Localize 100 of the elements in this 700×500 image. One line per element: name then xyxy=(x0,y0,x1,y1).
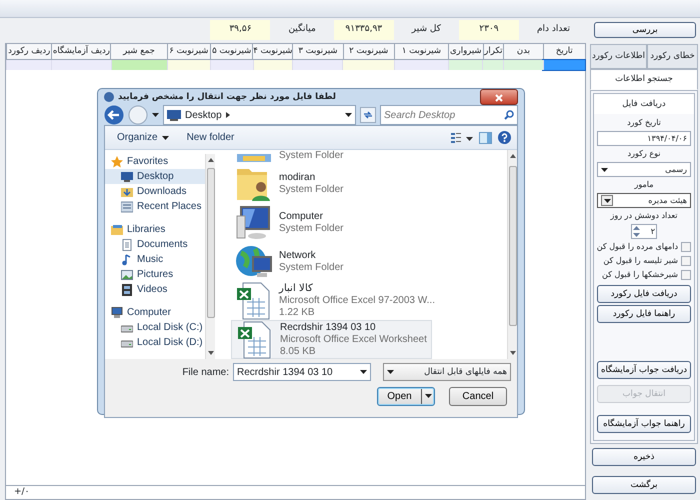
address-bar[interactable]: Desktop xyxy=(163,105,356,125)
file-item[interactable]: Recrdshir 1394 03 10 Microsoft Office Excel Worksheet 8.05 KB xyxy=(231,320,432,359)
caret-icon xyxy=(152,113,159,117)
pictures-icon xyxy=(121,268,133,280)
grid-cell[interactable] xyxy=(503,60,543,70)
date-field[interactable]: ۱۳۹۴/۰۴/۰۶ xyxy=(597,131,691,146)
checkbox[interactable]: شیر تلیسه را قبول کن xyxy=(597,255,691,268)
scrollbar[interactable] xyxy=(205,154,215,359)
computer-icon xyxy=(235,204,273,242)
scroll-down-icon xyxy=(208,351,214,355)
nav-tree-item[interactable]: Local Disk (D:) xyxy=(105,335,205,350)
nav-tree-item[interactable]: Recent Places xyxy=(105,199,205,214)
column-header[interactable]: شیرنوبت ۵ xyxy=(210,44,252,60)
close-icon xyxy=(495,94,503,102)
grid-cell[interactable] xyxy=(542,60,585,70)
document-icon xyxy=(121,238,133,250)
close-button[interactable] xyxy=(480,89,518,105)
nav-tree-item[interactable]: Downloads xyxy=(105,184,205,199)
column-header[interactable]: بدن xyxy=(503,44,543,60)
new-folder-button[interactable]: New folder xyxy=(180,128,240,147)
nav-tree-item[interactable]: Pictures xyxy=(105,267,205,282)
nav-tree-item[interactable]: Desktop xyxy=(105,169,205,184)
agent-dropdown[interactable]: هیئت مدیره xyxy=(597,193,691,208)
grid-cell[interactable] xyxy=(51,60,111,70)
file-item[interactable]: Computer System Folder xyxy=(231,203,406,242)
scrollbar[interactable] xyxy=(507,150,517,359)
spinner-arrows-icon xyxy=(633,226,640,238)
stat-label: میانگین xyxy=(288,23,316,36)
save-button[interactable]: ذخیره xyxy=(592,448,696,466)
file-name-label: File name: xyxy=(182,366,229,380)
field-label: تاریخ کورد xyxy=(626,117,662,130)
caret-icon xyxy=(604,198,610,203)
panel-button[interactable]: دریافت جواب آزمایشگاه xyxy=(597,361,691,380)
file-type-dropdown[interactable]: همه فایلهای قابل انتقال xyxy=(383,363,511,381)
nav-tree-item[interactable]: Computer xyxy=(105,305,205,320)
open-split-button[interactable]: Open xyxy=(377,387,435,406)
grid-cell[interactable] xyxy=(252,60,292,70)
library-icon xyxy=(111,224,123,236)
column-header[interactable]: ردیف رکورد xyxy=(6,44,52,60)
search-field[interactable]: Search Desktop xyxy=(380,105,518,125)
panel-button[interactable]: راهنما فایل رکورد xyxy=(597,305,691,324)
file-item[interactable]: Network System Folder xyxy=(231,242,406,281)
column-header[interactable]: شیرنوبت ۴ xyxy=(252,44,292,60)
refresh-icon xyxy=(360,107,376,123)
stat-value: ۳۹,۵۶ xyxy=(210,20,270,40)
file-name-field[interactable]: Recrdshir 1394 03 10 xyxy=(233,363,371,381)
organize-menu[interactable]: Organize xyxy=(111,128,175,147)
stat-value: ۹۱۳۳۵,۹۳ xyxy=(334,20,394,40)
grid-cell[interactable] xyxy=(210,60,253,70)
file-item[interactable]: modiran System Folder xyxy=(231,164,406,203)
app-icon xyxy=(104,92,114,102)
folder-icon xyxy=(235,154,273,162)
dialog-title: لطفا فایل مورد نظر جهت انتقال را مشخص فرمایید xyxy=(118,90,336,104)
back-button[interactable]: برگشت xyxy=(592,476,696,494)
recent-places-icon xyxy=(121,200,133,212)
column-header[interactable]: شیرواری xyxy=(448,44,482,60)
field-label: تعداد دوشش در روز xyxy=(609,210,679,222)
column-header[interactable]: تکرار xyxy=(482,44,504,60)
tab[interactable]: خطای رکورد xyxy=(647,44,698,69)
grid-cell[interactable] xyxy=(448,60,482,70)
checkbox[interactable]: شیرخشکها را قبول کن xyxy=(597,269,691,282)
dropdown-button[interactable] xyxy=(601,195,613,206)
nav-tree-item[interactable]: Libraries xyxy=(105,222,205,237)
type-dropdown[interactable]: رسمی xyxy=(597,162,691,178)
grid-cell[interactable] xyxy=(110,60,167,70)
scroll-down-icon xyxy=(510,351,516,355)
panel-button[interactable]: راهنما جواب آزمایشگاه xyxy=(597,415,691,434)
nav-tree-item[interactable]: Favorites xyxy=(105,154,205,169)
file-item[interactable]: System Folder xyxy=(231,150,406,164)
column-header[interactable]: تاریخ xyxy=(542,44,585,60)
nav-tree-item[interactable]: Music xyxy=(105,252,205,267)
check-button[interactable]: بررسی xyxy=(594,22,696,38)
checkbox[interactable]: دامهای مرده را قبول کن xyxy=(597,241,691,254)
tab[interactable]: جستجو اطلاعات xyxy=(590,68,698,90)
number-spinner[interactable]: ۲ xyxy=(631,224,657,240)
grid-cell[interactable] xyxy=(292,60,342,70)
grid-cell[interactable] xyxy=(482,60,504,70)
nav-tree-item[interactable]: Local Disk (C:) xyxy=(105,320,205,335)
column-header[interactable]: شیرنوبت ۲ xyxy=(342,44,394,60)
field-label: مامور xyxy=(633,179,654,192)
grid-cell[interactable] xyxy=(166,60,210,70)
column-header[interactable]: ردیف آزمایشگاه xyxy=(51,44,110,60)
grid-cell[interactable] xyxy=(6,60,52,70)
nav-tree-item[interactable]: Videos xyxy=(105,282,205,297)
tab[interactable]: اطلاعات رکورد xyxy=(590,44,647,69)
view-options-icon xyxy=(451,132,473,143)
column-header[interactable]: جمع شیر xyxy=(110,44,167,60)
star-icon xyxy=(111,156,123,168)
column-header[interactable]: شیرنوبت ۳ xyxy=(292,44,343,60)
grid-cell[interactable] xyxy=(342,60,394,70)
music-note-icon xyxy=(121,254,133,266)
cancel-button[interactable]: Cancel xyxy=(449,387,507,406)
scroll-up-icon xyxy=(510,154,516,158)
panel-button[interactable]: دریافت فایل رکورد xyxy=(597,285,691,304)
downloads-folder-icon xyxy=(121,186,133,198)
tab[interactable]: دریافت فایل xyxy=(593,92,695,116)
nav-tree-item[interactable]: Documents xyxy=(105,237,205,252)
grid-cell[interactable] xyxy=(394,60,448,70)
column-header[interactable]: شیرنوبت ۱ xyxy=(394,44,448,60)
column-header[interactable]: شیرنوبت ۶ xyxy=(166,44,210,60)
